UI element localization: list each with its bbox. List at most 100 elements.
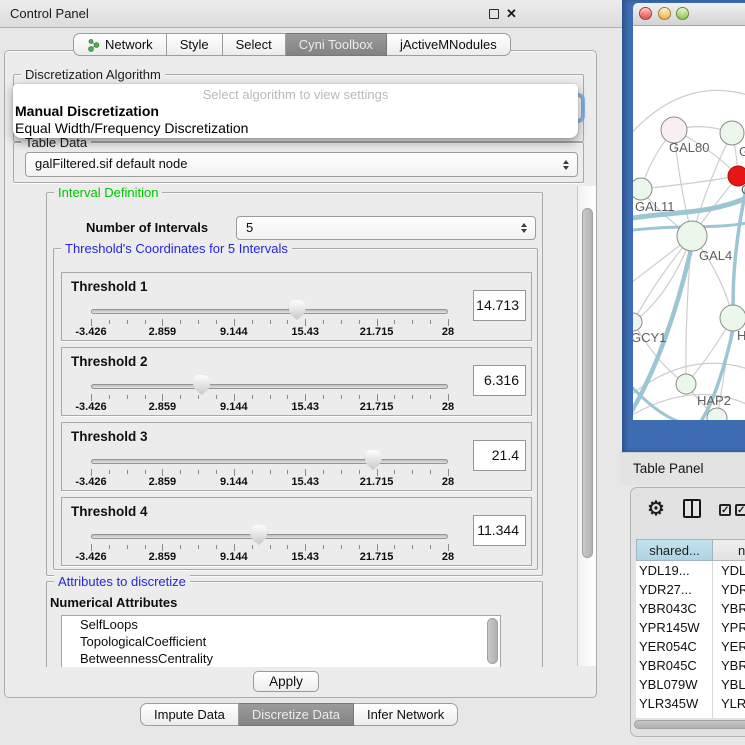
table-row[interactable]: YBR045CYBR0 [636, 656, 745, 675]
slider-thumb[interactable] [289, 300, 306, 320]
slider-tick [216, 320, 217, 324]
table-header-row: shared... n [636, 539, 745, 561]
cell-shared-name: YPR145W [636, 618, 713, 637]
cyni-bottom-tabs: Impute Data Discretize Data Infer Networ… [140, 703, 458, 726]
split-columns-icon[interactable] [683, 499, 701, 518]
apply-button[interactable]: Apply [253, 671, 319, 692]
slider-tick [430, 470, 431, 474]
node-top-right[interactable] [720, 121, 744, 145]
attribute-list-item[interactable]: BetweennessCentrality [62, 650, 500, 667]
column-header-name[interactable]: n [713, 539, 745, 561]
table-panel-header: Table Panel [620, 452, 745, 485]
slider-thumb[interactable] [250, 525, 267, 545]
slider-tick-label: 28 [422, 551, 474, 563]
tab-select[interactable]: Select [223, 33, 286, 56]
option-equal-width-frequency[interactable]: Equal Width/Frequency Discretization [15, 120, 248, 136]
network-canvas[interactable]: GAL80 G C GAL11 GAL4 H GCY1 HAP2 [633, 26, 745, 420]
node-gal11[interactable] [633, 178, 652, 200]
slider-tick [359, 395, 360, 399]
table-row[interactable]: YPR145WYPR1 [636, 618, 745, 637]
cell-shared-name: YER054C [636, 637, 713, 656]
table-row[interactable]: YER054CYER0 [636, 637, 745, 656]
threshold-value-field[interactable]: 14.713 [473, 290, 526, 321]
attributes-scrollbar[interactable] [487, 618, 498, 664]
tab-cyni-toolbox[interactable]: Cyni Toolbox [286, 33, 387, 56]
gear-icon[interactable]: ⚙ [647, 496, 665, 521]
slider-tick [216, 395, 217, 399]
slider-tick [109, 545, 110, 549]
tab-infer-network[interactable]: Infer Network [354, 703, 458, 726]
node-bottom[interactable] [707, 408, 727, 420]
slider-tick [270, 395, 271, 399]
cell-name: YBR0 [713, 656, 745, 675]
cell-name: YER0 [713, 637, 745, 656]
table-row[interactable]: YIL052CYIL0 [636, 713, 745, 718]
slider-tick-label: 15.43 [279, 476, 331, 488]
slider-tick [198, 320, 199, 324]
table-row[interactable]: YDL19...YDL1 [636, 561, 745, 580]
numerical-attributes-list[interactable]: SelfLoopsTopologicalCoefficientBetweenne… [61, 615, 501, 667]
slider-tick [287, 395, 288, 399]
slider-thumb[interactable] [365, 450, 382, 470]
slider-tick [109, 320, 110, 324]
algorithm-hint: Select algorithm to view settings [13, 87, 578, 102]
table-row[interactable]: YBL079WYBL0 [636, 675, 745, 694]
threshold-label: Threshold 2 [71, 354, 148, 369]
table-row[interactable]: YDR27...YDR2 [636, 580, 745, 599]
slider-tick [234, 469, 235, 476]
close-icon[interactable]: ✕ [506, 6, 517, 22]
panel-scrollbar-thumb[interactable] [582, 208, 593, 558]
cell-shared-name: YBL079W [636, 675, 713, 694]
tab-discretize-data[interactable]: Discretize Data [239, 703, 354, 726]
minimize-traffic-light[interactable] [658, 7, 671, 20]
option-manual-discretization[interactable]: Manual Discretization [15, 103, 159, 119]
threshold-row: Threshold 1-3.4262.8599.14415.4321.71528… [61, 272, 532, 341]
table-row[interactable]: YBR043CYBR0 [636, 599, 745, 618]
node-gal4[interactable] [677, 221, 707, 251]
slider-tick [287, 320, 288, 324]
tab-network[interactable]: Network [73, 33, 167, 56]
close-traffic-light[interactable] [639, 7, 652, 20]
zoom-traffic-light[interactable] [676, 7, 689, 20]
threshold-label: Threshold 3 [71, 429, 148, 444]
threshold-value-field[interactable]: 6.316 [473, 365, 526, 396]
label-gal4: GAL4 [699, 248, 732, 263]
attribute-list-item[interactable]: SelfLoops [62, 616, 500, 633]
float-window-icon[interactable] [489, 9, 499, 19]
slider-tick [91, 544, 92, 551]
tab-impute-data[interactable]: Impute Data [140, 703, 239, 726]
slider-thumb[interactable] [193, 375, 210, 395]
slider-track[interactable] [91, 384, 448, 389]
threshold-value-field[interactable]: 11.344 [473, 515, 526, 546]
combo-arrows-icon [521, 223, 527, 233]
interval-definition-title: Interval Definition [54, 185, 162, 200]
slider-tick-label: 21.715 [351, 401, 403, 413]
slider-tick-label: -3.426 [65, 326, 117, 338]
attribute-list-item[interactable]: TopologicalCoefficient [62, 633, 500, 650]
node-hap2[interactable] [676, 374, 696, 394]
checkbox-icon[interactable]: ✓ [735, 504, 745, 516]
slider-track[interactable] [91, 459, 448, 464]
table-data-combo[interactable]: galFiltered.sif default node [25, 152, 578, 177]
tab-style[interactable]: Style [167, 33, 223, 56]
panel-scrollbar-track[interactable] [577, 186, 596, 666]
slider-track[interactable] [91, 309, 448, 314]
table-row[interactable]: YLR345WYLR3 [636, 694, 745, 713]
column-header-shared-name[interactable]: shared... [636, 539, 713, 561]
num-intervals-combo[interactable]: 5 [236, 216, 536, 240]
attributes-group: Attributes to discretize Numerical Attri… [46, 581, 543, 667]
network-graph: GAL80 G C GAL11 GAL4 H GCY1 HAP2 [633, 26, 745, 420]
slider-tick [252, 545, 253, 549]
label-h: H [737, 328, 745, 343]
threshold-value-field[interactable]: 21.4 [473, 440, 526, 471]
slider-tick-label: -3.426 [65, 551, 117, 563]
tab-jactivemnodules[interactable]: jActiveMNodules [387, 33, 511, 56]
slider-tick [377, 469, 378, 476]
table-hscrollbar-thumb[interactable] [634, 720, 745, 729]
slider-tick-label: 2.859 [136, 326, 188, 338]
slider-track[interactable] [91, 534, 448, 539]
num-intervals-value: 5 [246, 217, 253, 239]
cell-name: YPR1 [713, 618, 745, 637]
checkbox-icon[interactable]: ✓ [719, 504, 731, 516]
slider-tick [127, 545, 128, 549]
